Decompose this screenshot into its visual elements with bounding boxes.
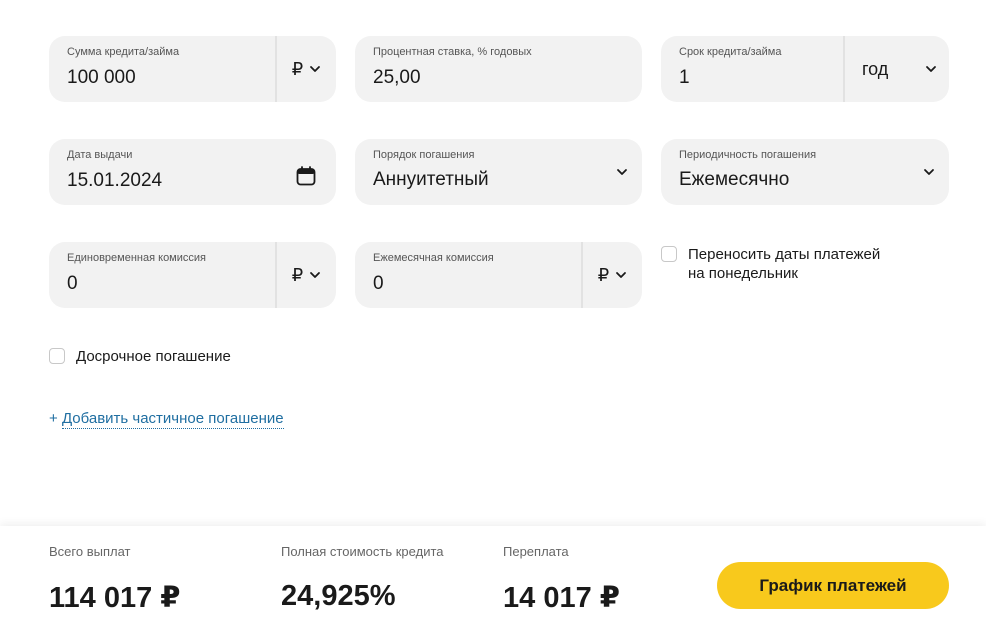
monthly-fee-currency-select[interactable]: ₽ (583, 242, 642, 308)
issue-date-label: Дата выдачи (67, 149, 133, 161)
one-time-fee-field[interactable]: Единовременная комиссия 0 ₽ (49, 242, 336, 308)
repayment-order-value: Аннуитетный (373, 169, 489, 190)
loan-term-unit-select[interactable]: год (845, 36, 949, 102)
total-payments-label: Всего выплат (49, 544, 131, 559)
issue-date-input[interactable]: 15.01.2024 (67, 170, 162, 192)
payment-schedule-button[interactable]: График платежей (717, 562, 949, 609)
term-unit-value: год (862, 58, 889, 79)
one-time-fee-input[interactable]: 0 (67, 273, 78, 295)
interest-rate-input[interactable]: 25,00 (373, 67, 421, 89)
total-payments-stat: Всего выплат 114 017 ₽ (49, 544, 180, 615)
full-cost-value: 24,925% (281, 580, 396, 612)
currency-value: ₽ (291, 58, 304, 79)
move-dates-checkbox[interactable] (661, 246, 677, 262)
monthly-fee-input[interactable]: 0 (373, 273, 384, 295)
move-dates-checkbox-row[interactable]: Переносить даты платежей на понедельник (661, 245, 880, 283)
calendar-icon[interactable] (296, 166, 316, 191)
chevron-down-icon (925, 63, 937, 75)
summary-bar: Всего выплат 114 017 ₽ Полная стоимость … (0, 526, 986, 637)
issue-date-field[interactable]: Дата выдачи 15.01.2024 (49, 139, 336, 205)
monthly-fee-field[interactable]: Ежемесячная комиссия 0 ₽ (355, 242, 642, 308)
loan-term-label: Срок кредита/займа (679, 46, 782, 58)
loan-term-input[interactable]: 1 (679, 67, 690, 89)
one-time-fee-currency-select[interactable]: ₽ (277, 242, 336, 308)
overpayment-stat: Переплата 14 017 ₽ (503, 544, 620, 615)
monthly-fee-label: Ежемесячная комиссия (373, 252, 494, 264)
chevron-down-icon (309, 63, 321, 75)
loan-amount-currency-select[interactable]: ₽ (277, 36, 336, 102)
loan-amount-field[interactable]: Сумма кредита/займа 100 000 ₽ (49, 36, 336, 102)
loan-amount-label: Сумма кредита/займа (67, 46, 180, 58)
chevron-down-icon (923, 166, 935, 178)
overpayment-label: Переплата (503, 544, 569, 559)
repayment-frequency-label: Периодичность погашения (679, 149, 817, 161)
chevron-down-icon (616, 166, 628, 178)
plus-icon: + (49, 410, 58, 427)
repayment-frequency-value: Ежемесячно (679, 169, 790, 190)
chevron-down-icon (615, 269, 627, 281)
interest-rate-label: Процентная ставка, % годовых (373, 46, 532, 58)
repayment-order-label: Порядок погашения (373, 149, 475, 161)
early-repayment-checkbox[interactable] (49, 348, 65, 364)
move-dates-label-line2: на понедельник (688, 265, 798, 282)
overpayment-value: 14 017 ₽ (503, 582, 620, 614)
full-cost-stat: Полная стоимость кредита 24,925% (281, 544, 444, 613)
repayment-frequency-select[interactable]: Периодичность погашения Ежемесячно (661, 139, 949, 205)
full-cost-label: Полная стоимость кредита (281, 544, 444, 559)
repayment-order-select[interactable]: Порядок погашения Аннуитетный (355, 139, 642, 205)
currency-value: ₽ (291, 264, 304, 285)
add-partial-repayment-text: Добавить частичное погашение (61, 410, 284, 429)
loan-term-field[interactable]: Срок кредита/займа 1 год (661, 36, 949, 102)
currency-value: ₽ (597, 264, 610, 285)
add-partial-repayment-link[interactable]: + Добавить частичное погашение (49, 410, 284, 429)
loan-amount-input[interactable]: 100 000 (67, 67, 136, 89)
chevron-down-icon (309, 269, 321, 281)
one-time-fee-label: Единовременная комиссия (67, 252, 206, 264)
move-dates-label-line1: Переносить даты платежей (688, 246, 881, 263)
interest-rate-field[interactable]: Процентная ставка, % годовых 25,00 (355, 36, 642, 102)
early-repayment-label: Досрочное погашение (76, 348, 231, 365)
early-repayment-checkbox-row[interactable]: Досрочное погашение (49, 347, 231, 366)
move-dates-label: Переносить даты платежей на понедельник (688, 245, 880, 283)
total-payments-value: 114 017 ₽ (49, 582, 181, 614)
